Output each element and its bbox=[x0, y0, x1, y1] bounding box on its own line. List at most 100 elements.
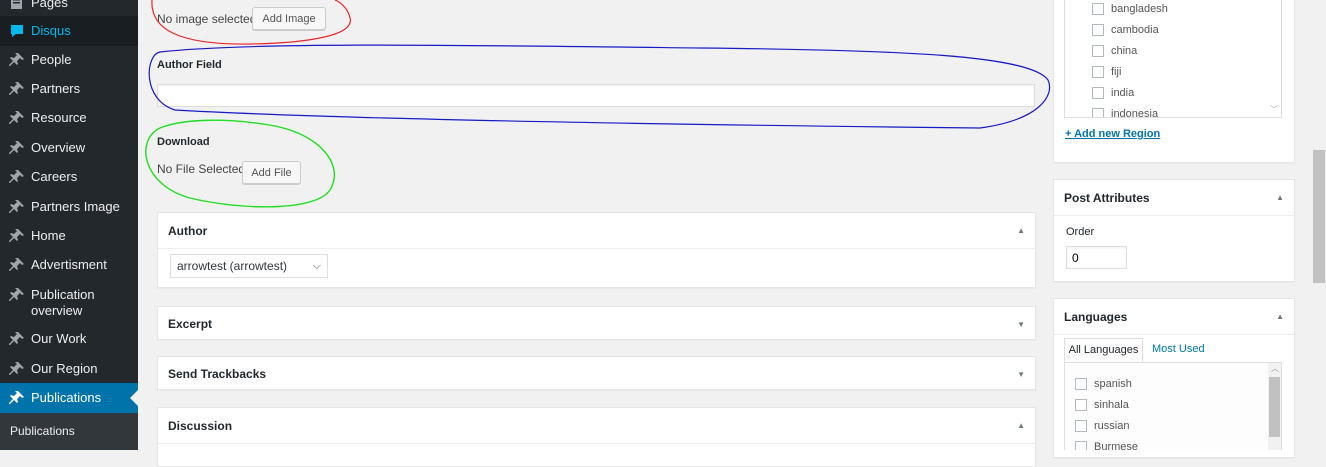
pin-icon bbox=[8, 256, 26, 274]
post-attributes-box: Post Attributes ▲ Order bbox=[1053, 179, 1295, 282]
sidebar-item-label: Partners bbox=[31, 81, 81, 96]
sidebar-item-careers[interactable]: Careers bbox=[0, 162, 138, 192]
sidebar-item-publications[interactable]: Publications bbox=[0, 383, 138, 413]
disqus-icon bbox=[8, 22, 26, 40]
author-box-title: Author bbox=[168, 224, 208, 238]
pin-icon bbox=[8, 360, 26, 378]
author-select[interactable]: arrowtest (arrowtest) ⌵ bbox=[170, 254, 328, 278]
pin-icon bbox=[8, 198, 26, 216]
pin-icon bbox=[8, 286, 26, 304]
collapse-up-icon[interactable]: ▲ bbox=[1276, 313, 1284, 321]
tab-label: All Languages bbox=[1068, 344, 1139, 356]
sidebar-item-label: Our Region bbox=[31, 361, 98, 376]
list-scrollbar[interactable]: ︿ bbox=[1268, 363, 1281, 450]
region-label: china bbox=[1111, 45, 1138, 57]
sidebar-item-advertisment[interactable]: Advertisment bbox=[0, 250, 138, 280]
add-file-button[interactable]: Add File bbox=[242, 161, 301, 184]
sidebar-item-partners[interactable]: Partners bbox=[0, 74, 138, 104]
pin-icon bbox=[8, 80, 26, 98]
expand-down-icon[interactable]: ▼ bbox=[1017, 371, 1025, 379]
sidebar-item-label: Partners Image bbox=[31, 199, 120, 214]
sidebar-item-label: Pages bbox=[31, 0, 68, 10]
pin-icon bbox=[8, 51, 26, 69]
author-select-value: arrowtest (arrowtest) bbox=[177, 259, 288, 273]
pin-icon bbox=[8, 389, 26, 407]
pin-icon bbox=[8, 168, 26, 186]
pin-icon bbox=[8, 330, 26, 348]
post-attributes-title: Post Attributes bbox=[1064, 191, 1150, 205]
discussion-box-title: Discussion bbox=[168, 419, 233, 433]
language-label: spanish bbox=[1094, 378, 1132, 390]
add-new-region-link[interactable]: + Add new Region bbox=[1065, 128, 1160, 140]
language-label: Burmese bbox=[1094, 441, 1139, 450]
image-status: No image selected bbox=[157, 12, 257, 26]
pin-icon bbox=[8, 139, 26, 157]
checkbox[interactable] bbox=[1092, 3, 1104, 15]
pin-icon bbox=[8, 227, 26, 245]
add-image-button[interactable]: Add Image bbox=[252, 7, 326, 30]
author-box: Author ▲ arrowtest (arrowtest) ⌵ bbox=[157, 212, 1036, 288]
list-scrollbar-thumb[interactable] bbox=[1269, 377, 1280, 437]
sidebar-item-overview[interactable]: Overview bbox=[0, 133, 138, 163]
collapse-up-icon[interactable]: ▲ bbox=[1017, 227, 1025, 235]
region-label: bangladesh bbox=[1111, 3, 1168, 15]
sidebar-item-label: Advertisment bbox=[31, 257, 107, 272]
sidebar-item-our-work[interactable]: Our Work bbox=[0, 324, 138, 354]
download-label: Download bbox=[157, 136, 210, 148]
checkbox[interactable] bbox=[1092, 108, 1104, 117]
checkbox[interactable] bbox=[1075, 399, 1087, 411]
scroll-down-icon[interactable]: ﹀ bbox=[1270, 104, 1278, 115]
sidebar-item-label: Home bbox=[31, 228, 66, 243]
sidebar-submenu: Publications bbox=[0, 413, 138, 450]
discussion-box: Discussion ▲ bbox=[157, 407, 1036, 467]
sidebar-item-label: Overview bbox=[31, 140, 86, 155]
collapse-up-icon[interactable]: ▲ bbox=[1276, 194, 1284, 202]
divider bbox=[158, 443, 1035, 444]
checkbox[interactable] bbox=[1075, 378, 1087, 390]
admin-sidebar: Pages Disqus People Partners Resource Ov… bbox=[0, 0, 138, 450]
sidebar-item-label: Publication overview bbox=[31, 287, 95, 318]
trackbacks-box[interactable]: Send Trackbacks ▼ bbox=[157, 356, 1036, 390]
trackbacks-box-title: Send Trackbacks bbox=[168, 367, 267, 381]
excerpt-box-title: Excerpt bbox=[168, 317, 213, 331]
checkbox[interactable] bbox=[1075, 420, 1087, 432]
divider bbox=[1054, 215, 1294, 216]
tab-most-used[interactable]: Most Used bbox=[1152, 343, 1205, 355]
language-label: russian bbox=[1094, 420, 1130, 432]
checkbox[interactable] bbox=[1092, 24, 1104, 36]
language-checklist: spanish sinhala russian Burmese ︿ bbox=[1064, 362, 1282, 450]
download-status: No File Selected. bbox=[157, 162, 249, 176]
sidebar-item-label: People bbox=[31, 52, 72, 67]
sidebar-item-label: Careers bbox=[31, 169, 78, 184]
sidebar-item-label: Our Work bbox=[31, 331, 87, 346]
order-input[interactable] bbox=[1066, 246, 1127, 269]
pages-icon bbox=[8, 0, 26, 12]
checkbox[interactable] bbox=[1092, 45, 1104, 57]
scroll-up-icon[interactable]: ︿ bbox=[1271, 363, 1279, 374]
checkbox[interactable] bbox=[1092, 87, 1104, 99]
author-field-input[interactable] bbox=[157, 84, 1035, 107]
region-label: india bbox=[1111, 87, 1135, 99]
tab-all-languages[interactable]: All Languages bbox=[1064, 338, 1143, 362]
divider bbox=[158, 248, 1035, 249]
region-label: cambodia bbox=[1111, 24, 1159, 36]
pin-icon bbox=[8, 109, 26, 127]
chevron-down-icon: ⌵ bbox=[312, 260, 321, 272]
submenu-item-publications[interactable]: Publications bbox=[10, 424, 75, 438]
sidebar-item-partners-image[interactable]: Partners Image bbox=[0, 192, 138, 222]
region-label: fiji bbox=[1111, 66, 1122, 78]
expand-down-icon[interactable]: ▼ bbox=[1017, 321, 1025, 329]
sidebar-item-publication-overview[interactable]: Publication overview bbox=[0, 280, 138, 326]
sidebar-item-disqus[interactable]: Disqus bbox=[0, 16, 138, 46]
checkbox[interactable] bbox=[1092, 66, 1104, 78]
collapse-up-icon[interactable]: ▲ bbox=[1017, 422, 1025, 430]
sidebar-item-label: Resource bbox=[31, 110, 87, 125]
page-scrollbar-thumb[interactable] bbox=[1313, 150, 1325, 283]
sidebar-item-label: Publications bbox=[31, 390, 102, 405]
sidebar-item-people[interactable]: People bbox=[0, 45, 138, 75]
checkbox[interactable] bbox=[1075, 441, 1087, 450]
sidebar-item-our-region[interactable]: Our Region bbox=[0, 354, 138, 384]
sidebar-item-resource[interactable]: Resource bbox=[0, 103, 138, 133]
excerpt-box[interactable]: Excerpt ▼ bbox=[157, 306, 1036, 340]
sidebar-item-home[interactable]: Home bbox=[0, 221, 138, 251]
